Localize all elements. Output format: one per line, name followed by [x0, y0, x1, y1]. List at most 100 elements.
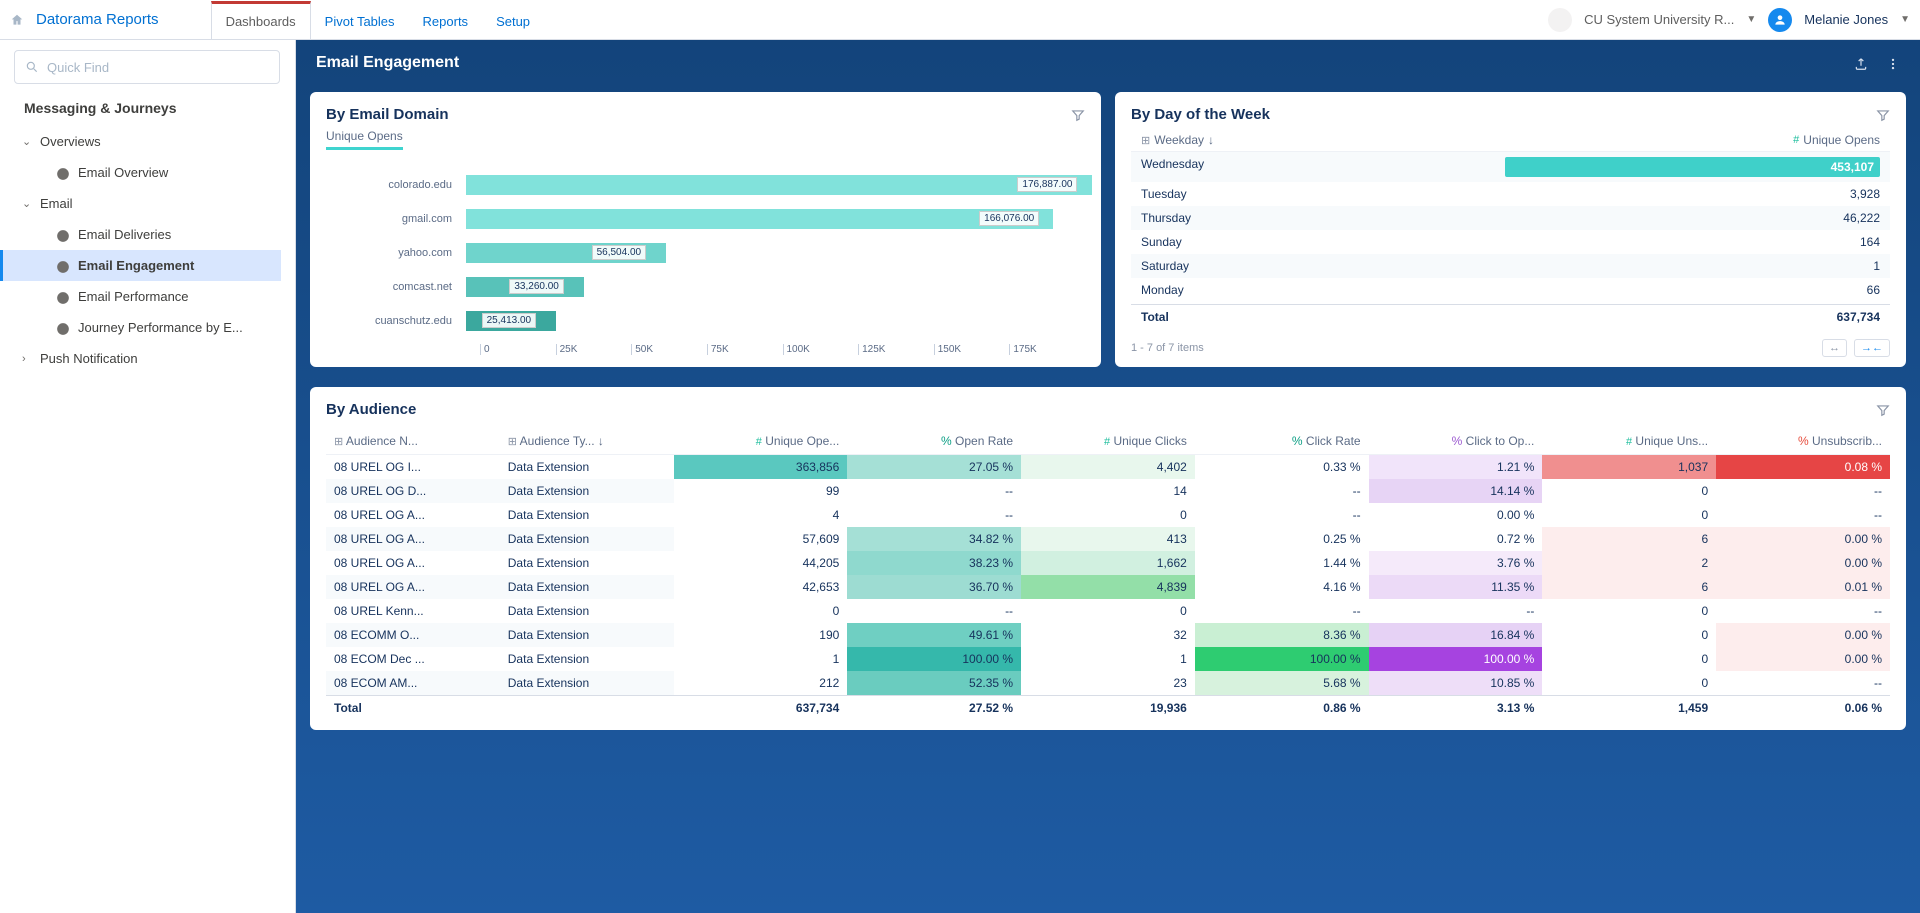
chevron-down-icon[interactable]: ▼: [1900, 14, 1910, 25]
bar-fill: [466, 209, 1053, 229]
audience-cell: 0: [674, 599, 848, 623]
audience-column-header[interactable]: # Unique Ope...: [674, 428, 848, 455]
table-row[interactable]: Saturday1: [1131, 254, 1890, 278]
audience-column-header[interactable]: % Open Rate: [847, 428, 1021, 455]
card-title: By Day of the Week: [1131, 106, 1876, 123]
tab-dashboards[interactable]: Dashboards: [211, 1, 311, 39]
user-name[interactable]: Melanie Jones: [1804, 12, 1888, 27]
audience-cell: --: [1716, 599, 1890, 623]
bar-value-label: 176,887.00: [1017, 177, 1077, 192]
audience-cell: 4.16 %: [1195, 575, 1369, 599]
table-row[interactable]: 08 ECOM AM...Data Extension21252.35 %235…: [326, 671, 1890, 696]
weekday-table-body: Wednesday453,107Tuesday3,928Thursday46,2…: [1131, 152, 1890, 302]
audience-column-header[interactable]: # Unique Uns...: [1542, 428, 1716, 455]
tab-pivot-tables[interactable]: Pivot Tables: [311, 1, 409, 39]
audience-cell: 5.68 %: [1195, 671, 1369, 696]
table-row[interactable]: 08 UREL OG D...Data Extension99--14--14.…: [326, 479, 1890, 503]
table-row[interactable]: 08 UREL OG I...Data Extension363,85627.0…: [326, 455, 1890, 480]
audience-column-header[interactable]: # Unique Clicks: [1021, 428, 1195, 455]
audience-cell: 23: [1021, 671, 1195, 696]
tree-item[interactable]: Email Performance: [14, 281, 281, 312]
audience-cell: 38.23 %: [847, 551, 1021, 575]
audience-cell: 100.00 %: [847, 647, 1021, 671]
page-header: Email Engagement: [296, 40, 1920, 86]
audience-column-header[interactable]: ⊞ Audience N...: [326, 428, 500, 455]
bar-track: 176,887.00: [466, 175, 1085, 195]
total-cell: 3.13 %: [1369, 696, 1543, 721]
weekday-cell: Monday: [1141, 283, 1511, 297]
audience-cell: Data Extension: [500, 647, 674, 671]
report-icon: [56, 259, 70, 273]
share-icon[interactable]: [1854, 55, 1868, 71]
tab-reports[interactable]: Reports: [409, 1, 483, 39]
weekday-cell: Thursday: [1141, 211, 1511, 225]
audience-column-header[interactable]: % Unsubscrib...: [1716, 428, 1890, 455]
table-row[interactable]: Thursday46,222: [1131, 206, 1890, 230]
home-icon[interactable]: [10, 12, 24, 28]
filter-icon[interactable]: [1071, 106, 1085, 122]
bar-row: gmail.com 166,076.00: [326, 202, 1085, 236]
weekday-table-header: ⊞Weekday ↓ # Unique Opens: [1131, 129, 1890, 152]
audience-column-header[interactable]: ⊞ Audience Ty... ↓: [500, 428, 674, 455]
tree-group[interactable]: ⌄Email: [14, 188, 281, 219]
tree-item[interactable]: Email Overview: [14, 157, 281, 188]
audience-cell: 0: [1542, 599, 1716, 623]
total-cell: 27.52 %: [847, 696, 1021, 721]
audience-cell: 0.00 %: [1369, 503, 1543, 527]
table-row[interactable]: Sunday164: [1131, 230, 1890, 254]
audience-cell: --: [1716, 671, 1890, 696]
audience-cell: 0: [1542, 479, 1716, 503]
audience-cell: 0.00 %: [1716, 647, 1890, 671]
audience-cell: 08 UREL OG A...: [326, 575, 500, 599]
audience-cell: 190: [674, 623, 848, 647]
table-row[interactable]: Monday66: [1131, 278, 1890, 302]
user-avatar[interactable]: [1768, 8, 1792, 32]
table-row[interactable]: 08 UREL OG A...Data Extension44,20538.23…: [326, 551, 1890, 575]
collapse-horizontal-icon[interactable]: →←: [1854, 339, 1890, 357]
table-row[interactable]: 08 UREL OG A...Data Extension57,60934.82…: [326, 527, 1890, 551]
audience-column-header[interactable]: % Click Rate: [1195, 428, 1369, 455]
table-row[interactable]: Wednesday453,107: [1131, 152, 1890, 182]
column-unique-opens[interactable]: # Unique Opens: [1511, 133, 1881, 147]
audience-cell: 1,662: [1021, 551, 1195, 575]
org-selector[interactable]: CU System University R...: [1584, 12, 1734, 27]
audience-column-header[interactable]: % Click to Op...: [1369, 428, 1543, 455]
kebab-menu-icon[interactable]: [1886, 55, 1900, 71]
audience-cell: 0.00 %: [1716, 623, 1890, 647]
audience-cell: 08 UREL OG D...: [326, 479, 500, 503]
expand-horizontal-icon[interactable]: ↔: [1822, 339, 1847, 357]
quick-find-input[interactable]: Quick Find: [14, 50, 280, 84]
table-row[interactable]: 08 UREL OG A...Data Extension4--0--0.00 …: [326, 503, 1890, 527]
card-subtab[interactable]: Unique Opens: [326, 129, 403, 150]
audience-cell: 14.14 %: [1369, 479, 1543, 503]
tree-item[interactable]: Journey Performance by E...: [14, 312, 281, 343]
table-row[interactable]: 08 ECOM Dec ...Data Extension1100.00 %11…: [326, 647, 1890, 671]
audience-cell: 4,402: [1021, 455, 1195, 480]
chevron-down-icon[interactable]: ▼: [1746, 14, 1756, 25]
audience-table: ⊞ Audience N...⊞ Audience Ty... ↓# Uniqu…: [326, 428, 1890, 720]
opens-cell: 1: [1511, 259, 1881, 273]
tree-item[interactable]: Email Deliveries: [14, 219, 281, 250]
filter-icon[interactable]: [1876, 401, 1890, 417]
tree-group-label: Overviews: [40, 134, 101, 149]
tree-group[interactable]: ›Push Notification: [14, 343, 281, 374]
table-row[interactable]: 08 UREL OG A...Data Extension42,65336.70…: [326, 575, 1890, 599]
filter-icon[interactable]: [1876, 106, 1890, 122]
column-weekday[interactable]: ⊞Weekday ↓: [1141, 133, 1511, 147]
table-row[interactable]: 08 ECOMM O...Data Extension19049.61 %328…: [326, 623, 1890, 647]
tab-setup[interactable]: Setup: [482, 1, 544, 39]
tree-group[interactable]: ⌄Overviews: [14, 126, 281, 157]
audience-cell: 0.01 %: [1716, 575, 1890, 599]
astro-icon[interactable]: [1548, 8, 1572, 32]
audience-cell: 212: [674, 671, 848, 696]
axis-tick: 100K: [783, 344, 859, 355]
bar-fill: [466, 175, 1092, 195]
table-row[interactable]: 08 UREL Kenn...Data Extension0--0----0--: [326, 599, 1890, 623]
audience-cell: 100.00 %: [1195, 647, 1369, 671]
tree-item[interactable]: Email Engagement: [0, 250, 281, 281]
axis-tick: 125K: [858, 344, 934, 355]
audience-cell: --: [847, 599, 1021, 623]
number-icon: #: [1793, 134, 1799, 146]
table-row[interactable]: Tuesday3,928: [1131, 182, 1890, 206]
audience-total-row: Total637,73427.52 %19,9360.86 %3.13 %1,4…: [326, 696, 1890, 721]
